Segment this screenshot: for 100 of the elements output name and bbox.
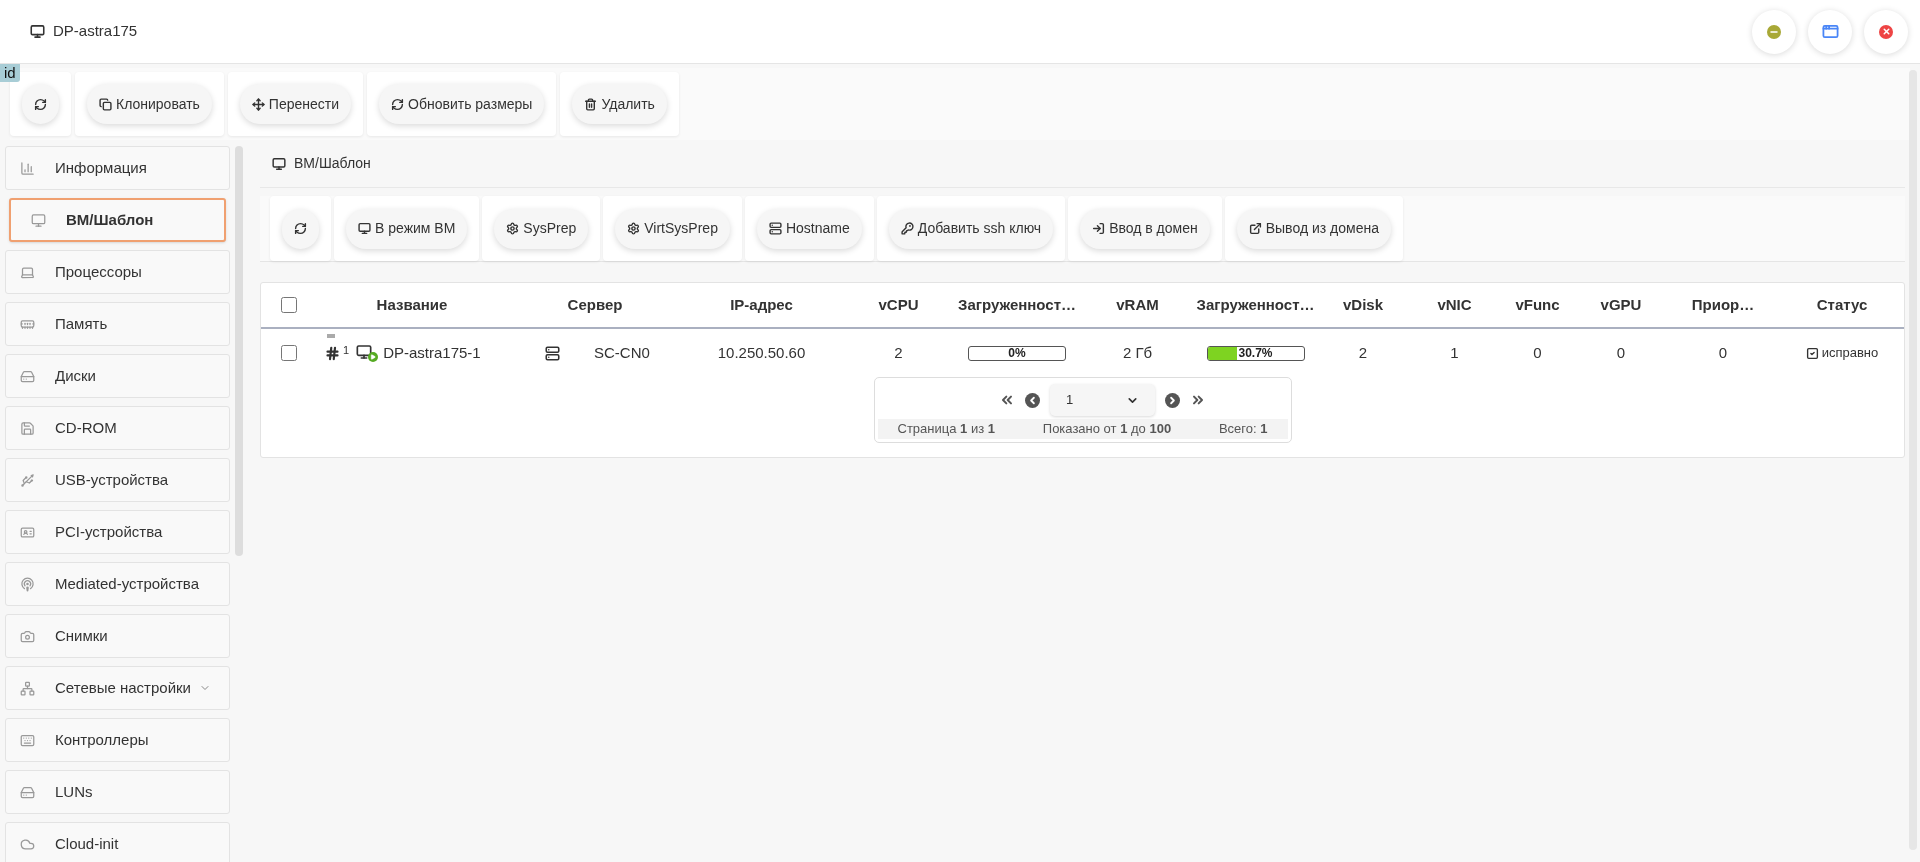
sign-in-icon bbox=[1092, 222, 1106, 235]
breadcrumb: ВМ/Шаблон bbox=[294, 154, 371, 173]
sidebar-item[interactable]: LUNs bbox=[5, 770, 230, 814]
sidebar-item[interactable]: PCI-устройства bbox=[5, 510, 230, 554]
sidebar-item[interactable]: Mediated-устройства bbox=[5, 562, 230, 606]
monitor-icon bbox=[30, 24, 45, 39]
refresh-icon bbox=[34, 97, 47, 111]
sidebar-item[interactable]: ВМ/Шаблон bbox=[9, 198, 226, 242]
column-header: Загруженност… bbox=[958, 294, 1076, 315]
refresh-icon bbox=[391, 97, 405, 111]
column-header: Приор… bbox=[1691, 294, 1755, 315]
sidebar-item[interactable]: Диски bbox=[5, 354, 230, 398]
marker-bar bbox=[327, 333, 335, 338]
key-icon bbox=[900, 222, 914, 235]
shown-range: Показано от 1 до 100 bbox=[1042, 420, 1172, 439]
sidebar-item[interactable]: Сетевые настройки bbox=[5, 666, 230, 710]
sidebar-item[interactable]: Снимки bbox=[5, 614, 230, 658]
table-cell-text: 2 Гб bbox=[1121, 342, 1154, 363]
prev-page-button[interactable] bbox=[1025, 392, 1040, 408]
table-cell-text: 0 bbox=[1717, 342, 1729, 363]
monitor-icon bbox=[358, 222, 371, 235]
drive-icon bbox=[20, 368, 35, 384]
column-header: vFunc bbox=[1515, 294, 1560, 315]
toolbar-button[interactable]: Перенести bbox=[239, 84, 352, 124]
toolbar-button[interactable]: Клонировать bbox=[87, 84, 212, 124]
progress-reading: 0% bbox=[1007, 346, 1027, 360]
column-header: Название bbox=[376, 294, 448, 315]
id-badge: id bbox=[0, 64, 20, 82]
floppy-icon bbox=[20, 420, 35, 436]
toolbar-button[interactable]: Обновить размеры bbox=[379, 84, 545, 124]
table-cell-text: 10.250.50.60 bbox=[716, 342, 807, 363]
bar-chart-icon bbox=[20, 160, 35, 176]
toolbar-button[interactable]: Добавить ssh ключ bbox=[888, 208, 1054, 249]
keyboard-icon bbox=[20, 732, 35, 748]
monitor-icon bbox=[272, 156, 286, 171]
toolbar-button[interactable]: Удалить bbox=[572, 84, 667, 124]
trash-icon bbox=[584, 97, 598, 111]
monitor-icon bbox=[31, 212, 46, 228]
toolbar-button[interactable]: Hostname bbox=[756, 208, 862, 249]
external-link-icon bbox=[1248, 222, 1262, 235]
usb-icon bbox=[20, 472, 35, 488]
refresh-button[interactable] bbox=[282, 208, 319, 249]
toolbar-button[interactable]: В режим ВМ bbox=[346, 208, 468, 249]
prev-page-icon bbox=[1027, 394, 1038, 406]
sidebar-item[interactable]: CD-ROM bbox=[5, 406, 230, 450]
laptop-icon bbox=[20, 264, 35, 280]
sidebar-item[interactable]: Процессоры bbox=[5, 250, 230, 294]
toolbar-button[interactable]: VirtSysPrep bbox=[615, 208, 730, 249]
close-icon bbox=[1879, 24, 1893, 39]
server-icon bbox=[768, 222, 782, 235]
sidebar-item[interactable]: Память bbox=[5, 302, 230, 346]
table-cell-text: 1 bbox=[1449, 342, 1460, 363]
maximize-icon bbox=[1821, 23, 1839, 40]
column-header: vRAM bbox=[1116, 294, 1159, 315]
maximize-button[interactable] bbox=[1808, 9, 1852, 54]
total-count: Всего: 1 bbox=[1218, 420, 1268, 439]
gear-icon bbox=[506, 222, 520, 235]
card-icon bbox=[20, 524, 35, 540]
column-header: vGPU bbox=[1600, 294, 1642, 315]
row-number: 1 bbox=[343, 342, 350, 358]
sidebar-item[interactable]: Cloud-init bbox=[5, 822, 230, 862]
table-cell-text: 2 bbox=[893, 342, 904, 363]
column-header: IP-адрес bbox=[730, 294, 793, 315]
column-header: Статус bbox=[1816, 294, 1868, 315]
refresh-icon bbox=[294, 222, 307, 235]
vm-running-icon bbox=[356, 344, 379, 362]
close-button[interactable] bbox=[1864, 9, 1908, 54]
gear-icon bbox=[627, 222, 641, 235]
camera-icon bbox=[20, 628, 35, 644]
toolbar-button[interactable]: SysPrep bbox=[494, 208, 589, 249]
sidebar-item[interactable]: Информация bbox=[5, 146, 230, 190]
select-all-checkbox[interactable] bbox=[281, 297, 297, 313]
table-cell-text: 0 bbox=[1532, 342, 1543, 363]
table-cell-text: SC-CN0 bbox=[594, 342, 650, 363]
page-select[interactable]: 1 bbox=[1050, 384, 1155, 416]
next-page-button[interactable] bbox=[1165, 392, 1180, 408]
hash-icon bbox=[325, 345, 340, 361]
column-header: vDisk bbox=[1343, 294, 1383, 315]
check-icon bbox=[1805, 346, 1819, 360]
server-icon bbox=[545, 345, 560, 361]
sidebar-item[interactable]: Контроллеры bbox=[5, 718, 230, 762]
drive-icon bbox=[20, 784, 35, 800]
column-header: vNIC bbox=[1437, 294, 1472, 315]
refresh-button[interactable] bbox=[22, 84, 59, 124]
toolbar-button[interactable]: Вывод из домена bbox=[1236, 208, 1391, 249]
toolbar-button[interactable]: Ввод в домен bbox=[1080, 208, 1210, 249]
table-cell-text: 0 bbox=[1615, 342, 1627, 363]
column-header: Сервер bbox=[567, 294, 623, 315]
minimize-icon bbox=[1767, 24, 1781, 39]
column-header: vCPU bbox=[878, 294, 919, 315]
cloud-icon bbox=[20, 836, 35, 852]
network-icon bbox=[20, 680, 35, 696]
table-cell-text: 2 bbox=[1357, 342, 1369, 363]
row-checkbox[interactable] bbox=[281, 345, 297, 361]
next-page-icon bbox=[1167, 394, 1178, 406]
column-header: Загруженност… bbox=[1196, 294, 1315, 315]
sidebar-item[interactable]: USB-устройства bbox=[5, 458, 230, 502]
status-text: исправно bbox=[1821, 344, 1879, 363]
progress-reading: 30.7% bbox=[1237, 346, 1274, 360]
window-title: DP-astra175 bbox=[53, 21, 138, 42]
